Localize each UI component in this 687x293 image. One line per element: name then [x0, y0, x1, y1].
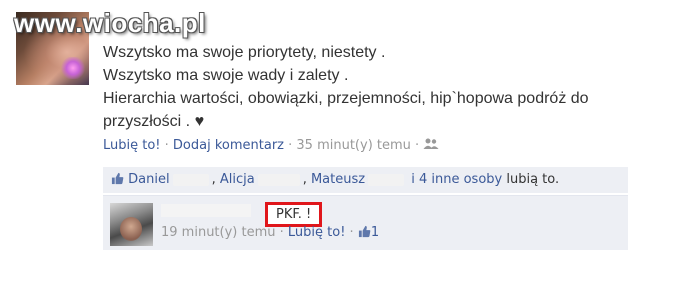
comment-text-highlighted: PKF. !: [265, 202, 323, 227]
meta-separator: ·: [410, 138, 424, 153]
post-timestamp[interactable]: 35 minut(y) temu: [296, 138, 411, 153]
site-watermark: www.wiocha.pl: [14, 8, 206, 38]
post-meta: Lubię to! · Dodaj komentarz · 35 minut(y…: [103, 138, 439, 153]
post-line: Wszytsko ma swoje wady i zalety .: [103, 67, 349, 84]
commenter-avatar[interactable]: [110, 203, 153, 246]
censored-surname: [368, 173, 405, 186]
meta-separator: ·: [160, 138, 173, 153]
friends-audience-icon[interactable]: [423, 138, 439, 150]
add-comment-link[interactable]: Dodaj komentarz: [173, 138, 284, 153]
other-likers-link[interactable]: i 4 inne osoby: [411, 172, 502, 187]
like-link[interactable]: Lubię to!: [103, 138, 161, 153]
post-line: przyszłości . ♥: [103, 113, 205, 130]
comment-like-link[interactable]: Lubię to!: [288, 225, 346, 240]
post-line: Wszytsko ma swoje priorytety, niestety .: [103, 44, 386, 61]
meta-separator: ·: [284, 138, 297, 153]
thumbs-up-icon[interactable]: [358, 225, 371, 238]
comment-item: PKF. ! 19 minut(y) temu · Lubię to! · 1: [103, 195, 628, 250]
liker-name[interactable]: Alicja: [220, 172, 255, 187]
post-line: Hierarchia wartości, obowiązki, przejemn…: [103, 90, 589, 107]
meta-separator: ·: [275, 225, 288, 240]
comment-like-count[interactable]: 1: [371, 225, 379, 240]
liker-name[interactable]: Mateusz: [311, 172, 365, 187]
censored-surname: [172, 173, 209, 186]
post-text: Wszytsko ma swoje priorytety, niestety .…: [103, 41, 623, 133]
censored-surname: [257, 173, 300, 186]
thumbs-up-icon: [111, 172, 124, 185]
likes-suffix: lubią to.: [502, 172, 560, 187]
comment-timestamp[interactable]: 19 minut(y) temu: [161, 225, 276, 240]
avatar-sparkle: [61, 57, 85, 79]
comment-meta: 19 minut(y) temu · Lubię to! · 1: [161, 225, 379, 240]
censored-commenter-name: [161, 204, 251, 217]
liker-name[interactable]: Daniel: [128, 172, 169, 187]
likes-panel: Daniel, Alicja, Mateusz i 4 inne osoby l…: [103, 167, 628, 193]
avatar-photo: [120, 217, 142, 241]
meta-separator: ·: [345, 225, 358, 240]
